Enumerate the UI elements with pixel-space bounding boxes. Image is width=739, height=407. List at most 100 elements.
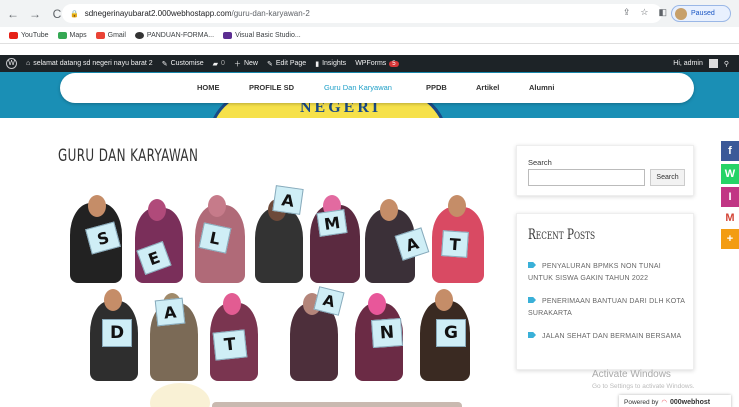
instagram-icon[interactable]: I: [721, 187, 739, 207]
avatar: [675, 7, 687, 20]
photo-head: [368, 293, 386, 315]
bookmark-label: YouTube: [21, 31, 49, 39]
maps-icon: [57, 31, 67, 39]
globe-icon: [134, 31, 144, 39]
group-photo: S E L A M A T D A T A N G: [60, 183, 490, 388]
profile-status: Paused: [691, 10, 715, 17]
plus-icon: ＋: [233, 60, 241, 68]
whatsapp-icon[interactable]: W: [721, 164, 739, 184]
main-menu: HOME PROFILE SD Guru Dan Karyawan PPDB A…: [60, 73, 694, 103]
recent-posts-title: Recent Posts: [528, 227, 596, 243]
wp-account[interactable]: Hi, admin ⚲: [673, 59, 729, 68]
decorative-shape: [212, 402, 462, 407]
wp-customise[interactable]: ✎ Customise: [162, 60, 204, 68]
avatar: [708, 59, 718, 68]
wp-site-link[interactable]: ⌂ selamat datang sd negeri nayu barat 2: [26, 60, 153, 67]
wp-edit-page[interactable]: ✎ Edit Page: [267, 60, 306, 68]
url-host: sdnegerinayubarat2.000webhostapp.com: [84, 9, 232, 18]
photo-letter-sign: A: [272, 185, 304, 215]
bookmark-gmail[interactable]: Gmail: [95, 31, 126, 39]
wp-wpforms[interactable]: WPForms 5: [355, 60, 399, 67]
wordpress-icon[interactable]: W: [6, 58, 17, 69]
photo-head: [448, 195, 466, 217]
wp-edit-label: Edit Page: [275, 60, 307, 67]
photo-letter-sign: T: [212, 329, 248, 361]
wpforms-badge: 5: [389, 60, 399, 67]
webhost-logo-icon: ◠: [661, 399, 667, 406]
recent-post-label: PENERIMAAN BANTUAN DARI DLH KOTA SURAKAR…: [528, 298, 685, 317]
recent-post-link[interactable]: JALAN SEHAT DAN BERMAIN BERSAMA: [528, 331, 686, 343]
bookmark-label: Maps: [69, 31, 87, 39]
bookmark-label: PANDUAN-FORMA...: [146, 31, 215, 39]
recent-post-link[interactable]: PENYALURAN BPMKS NON TUNAI UNTUK SISWA G…: [528, 261, 686, 285]
menu-item-home[interactable]: HOME: [197, 83, 220, 92]
wp-site-label: selamat datang sd negeri nayu barat 2: [33, 60, 153, 67]
tag-icon: [528, 262, 536, 268]
wp-wpforms-label: WPForms: [355, 60, 387, 67]
profile-button[interactable]: Paused: [671, 5, 731, 22]
wp-new[interactable]: ＋ New: [234, 59, 258, 69]
share-plus-icon[interactable]: +: [721, 229, 739, 249]
wp-comments-count: 0: [221, 60, 225, 67]
bookmark-visualbasic[interactable]: Visual Basic Studio...: [223, 31, 301, 39]
photo-letter-sign: M: [316, 209, 348, 237]
browser-window: ← → C 🔒 sdnegerinayubarat2.000webhostapp…: [0, 0, 739, 407]
bookmark-label: Visual Basic Studio...: [235, 31, 301, 39]
pencil-icon: ✎: [266, 60, 273, 68]
wp-greeting: Hi, admin: [673, 60, 703, 67]
youtube-icon: [9, 31, 18, 39]
menu-item-alumni[interactable]: Alumni: [529, 83, 554, 92]
gmail-icon[interactable]: M: [721, 208, 739, 228]
bookmark-youtube[interactable]: YouTube: [9, 31, 49, 39]
page-title: GURU DAN KARYAWAN: [58, 146, 199, 166]
powered-label: Powered by: [624, 398, 659, 406]
photo-head: [148, 199, 166, 221]
menu-item-artikel[interactable]: Artikel: [476, 83, 499, 92]
share-icon[interactable]: ⇪: [623, 7, 631, 18]
photo-letter-sign: L: [198, 222, 232, 254]
photo-letter-sign: A: [154, 297, 186, 327]
address-icons: ⇪ ☆ ◧: [623, 7, 667, 18]
photo-head: [88, 195, 106, 217]
powered-brand: 000webhost: [670, 398, 711, 406]
sidepanel-icon[interactable]: ◧: [658, 7, 667, 18]
address-row: ← → C 🔒 sdnegerinayubarat2.000webhostapp…: [0, 0, 739, 27]
search-icon[interactable]: ⚲: [724, 60, 729, 68]
search-button[interactable]: Search: [650, 169, 685, 186]
photo-letter-sign: N: [371, 317, 403, 349]
photo-head: [380, 199, 398, 221]
home-icon: ⌂: [26, 60, 31, 67]
photo-letter-sign: G: [436, 319, 466, 347]
bookmark-panduan[interactable]: PANDUAN-FORMA...: [134, 31, 215, 39]
wp-new-label: New: [243, 60, 258, 67]
wp-insights[interactable]: ▮ Insights: [315, 60, 346, 68]
star-icon[interactable]: ☆: [640, 7, 648, 18]
activate-windows-hint: Go to Settings to activate Windows.: [592, 383, 695, 390]
menu-item-profile[interactable]: PROFILE SD: [249, 83, 294, 92]
lock-icon: 🔒: [70, 10, 79, 18]
powered-by-badge[interactable]: Powered by ◠ 000webhost: [619, 395, 731, 407]
tag-icon: [528, 297, 536, 303]
bookmark-maps[interactable]: Maps: [57, 31, 87, 39]
menu-item-guru[interactable]: Guru Dan Karyawan: [324, 83, 392, 92]
comment-icon: ▰: [212, 60, 219, 68]
url-path: /guru-dan-karyawan-2: [231, 9, 310, 18]
facebook-icon[interactable]: f: [721, 141, 739, 161]
back-icon[interactable]: ←: [4, 5, 22, 23]
photo-letter-sign: T: [441, 230, 469, 258]
gmail-icon: [95, 31, 105, 39]
menu-item-ppdb[interactable]: PPDB: [426, 83, 447, 92]
photo-head: [223, 293, 241, 315]
recent-post-link[interactable]: PENERIMAAN BANTUAN DARI DLH KOTA SURAKAR…: [528, 296, 686, 320]
vs-icon: [223, 31, 233, 39]
address-bar[interactable]: 🔒 sdnegerinayubarat2.000webhostapp.com/g…: [62, 4, 662, 23]
chart-icon: ▮: [315, 60, 320, 68]
photo-head: [208, 195, 226, 217]
forward-icon[interactable]: →: [26, 5, 44, 23]
search-input[interactable]: [528, 169, 645, 186]
recent-post-label: JALAN SEHAT DAN BERMAIN BERSAMA: [542, 333, 682, 340]
photo-letter-sign: D: [102, 319, 132, 347]
wp-customise-label: Customise: [170, 60, 204, 67]
wp-comments[interactable]: ▰ 0: [213, 60, 225, 68]
photo-head: [435, 289, 453, 311]
